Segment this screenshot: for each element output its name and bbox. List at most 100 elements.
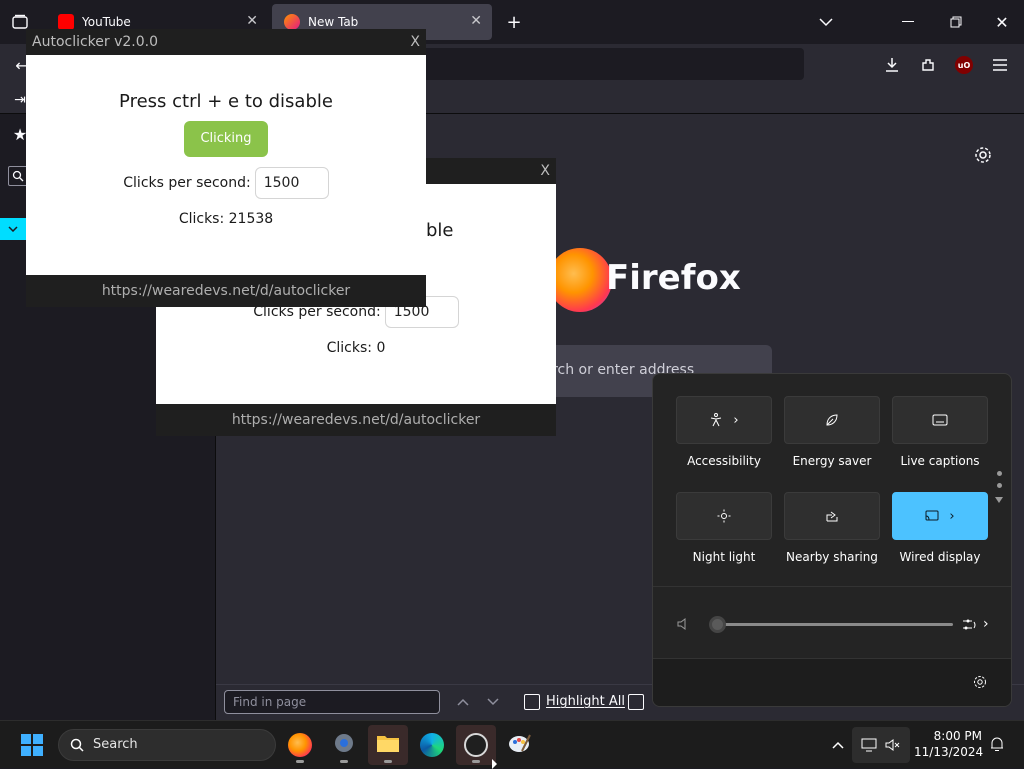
energy-saver-tile[interactable]	[784, 396, 880, 444]
volume-thumb[interactable]	[709, 616, 726, 633]
chevron-right-icon: ›	[949, 508, 955, 524]
accessibility-tile[interactable]: ›	[676, 396, 772, 444]
volume-icon[interactable]	[675, 616, 691, 632]
clock-time: 8:00 PM	[933, 729, 982, 743]
settings-icon[interactable]	[971, 673, 989, 691]
cast-icon	[925, 510, 939, 522]
taskbar-paint[interactable]	[500, 725, 540, 765]
sun-icon	[717, 509, 731, 523]
volume-track[interactable]	[717, 623, 953, 626]
close-tab-icon[interactable]: ✕	[470, 13, 482, 29]
close-autoclicker-button[interactable]: X	[410, 29, 420, 55]
taskbar-firefox[interactable]	[280, 725, 320, 765]
autoclicker-title: Autoclicker v2.0.0	[32, 34, 159, 50]
tile-label: Live captions	[900, 454, 980, 468]
live-captions-tile[interactable]	[892, 396, 988, 444]
clicks-counter: Clicks: 0	[326, 340, 386, 356]
running-indicator	[296, 760, 304, 763]
quick-settings-panel: › Accessibility Energy saver Live captio…	[652, 373, 1012, 707]
wired-display-tile[interactable]: ›	[892, 492, 988, 540]
download-icon[interactable]	[882, 55, 902, 75]
find-next-icon[interactable]	[484, 693, 502, 711]
system-tray-quick-settings[interactable]	[852, 727, 910, 763]
settings-icon[interactable]	[972, 144, 994, 166]
autoclicker-icon	[464, 733, 488, 757]
close-tab-icon[interactable]: ✕	[246, 13, 258, 29]
start-button[interactable]	[20, 733, 44, 757]
firefox-icon	[284, 14, 300, 30]
running-indicator	[472, 760, 480, 763]
clock[interactable]: 8:00 PM 11/13/2024	[914, 728, 984, 760]
windows-logo-icon	[21, 734, 43, 756]
quick-settings-footer	[653, 658, 1011, 706]
tile-label: Accessibility	[687, 454, 761, 468]
find-in-page-input[interactable]: Find in page	[224, 690, 440, 714]
find-placeholder: Find in page	[233, 695, 307, 709]
firefox-logo	[548, 248, 612, 312]
close-autoclicker-button[interactable]: X	[540, 158, 550, 184]
taskbar-search-box[interactable]: Search	[58, 729, 276, 761]
close-window-icon[interactable]: ✕	[992, 12, 1012, 32]
page-dot[interactable]	[997, 483, 1002, 488]
chevron-right-icon[interactable]: ›	[983, 616, 989, 632]
taskbar-settings[interactable]	[324, 725, 364, 765]
taskbar-autoclicker[interactable]	[456, 725, 496, 765]
search-icon[interactable]	[8, 166, 28, 186]
show-hidden-icons-icon[interactable]	[830, 737, 846, 753]
settings-icon	[332, 731, 356, 759]
taskbar-file-explorer[interactable]	[368, 725, 408, 765]
autoclicker-footer-link[interactable]: https://wearedevs.net/d/autoclicker	[26, 275, 426, 307]
network-icon	[860, 737, 878, 753]
chevron-right-icon: ›	[733, 412, 739, 428]
chevron-down-icon[interactable]	[816, 12, 836, 32]
sidebar-expand-button[interactable]	[0, 218, 26, 240]
accessibility-icon	[709, 413, 723, 427]
running-indicator	[340, 760, 348, 763]
taskbar: Search 8:00 PM 11/13/2024	[0, 720, 1024, 769]
extensions-icon[interactable]	[918, 55, 938, 75]
highlight-all-checkbox[interactable]	[524, 694, 540, 710]
tab-title: YouTube	[82, 15, 131, 29]
notification-bell-icon[interactable]	[988, 735, 1006, 753]
file-explorer-icon	[376, 733, 400, 757]
tile-label: Night light	[692, 550, 756, 564]
cps-input[interactable]	[254, 167, 329, 199]
scroll-down-icon[interactable]	[994, 495, 1004, 505]
clicks-counter: Clicks: 21538	[178, 211, 274, 227]
paint-icon	[508, 731, 532, 759]
tile-label: Nearby sharing	[786, 550, 878, 564]
leaf-icon	[825, 413, 839, 427]
restore-icon[interactable]	[946, 12, 966, 32]
nearby-sharing-tile[interactable]	[784, 492, 880, 540]
cps-row: Clicks per second:	[26, 167, 426, 199]
autoclicker-footer-link[interactable]: https://wearedevs.net/d/autoclicker	[156, 404, 556, 436]
page-dot[interactable]	[997, 471, 1002, 476]
share-icon	[825, 509, 839, 523]
clock-date: 11/13/2024	[914, 745, 984, 759]
tile-label: Energy saver	[792, 454, 872, 468]
new-tab-icon[interactable]: +	[504, 12, 524, 33]
taskbar-search-label: Search	[93, 737, 138, 752]
ublock-icon[interactable]: uO	[955, 56, 973, 74]
captions-icon	[932, 414, 948, 426]
match-case-checkbox[interactable]	[628, 694, 644, 710]
menu-icon[interactable]	[990, 55, 1010, 75]
firefox-icon	[288, 733, 312, 757]
autoclicker-window: Autoclicker v2.0.0 X Press ctrl + e to d…	[26, 29, 426, 309]
find-previous-icon[interactable]	[454, 693, 472, 711]
tab-title: New Tab	[308, 15, 359, 29]
night-light-tile[interactable]	[676, 492, 772, 540]
clicking-toggle-button[interactable]: Clicking	[184, 121, 268, 157]
autoclicker-title-bar[interactable]: Autoclicker v2.0.0 X	[26, 29, 426, 55]
audio-output-icon[interactable]	[961, 616, 979, 634]
running-indicator	[384, 760, 392, 763]
divider	[653, 586, 1011, 587]
edge-icon	[420, 733, 444, 757]
minimize-icon[interactable]	[898, 12, 918, 32]
taskbar-edge[interactable]	[412, 725, 452, 765]
highlight-all-label: Highlight All	[546, 694, 625, 709]
url-bar[interactable]	[420, 48, 804, 80]
tile-label: Wired display	[899, 550, 981, 564]
autoclicker-body: Press ctrl + e to disable Clicking Click…	[26, 55, 426, 275]
firefox-wordmark: Firefox	[606, 258, 741, 298]
